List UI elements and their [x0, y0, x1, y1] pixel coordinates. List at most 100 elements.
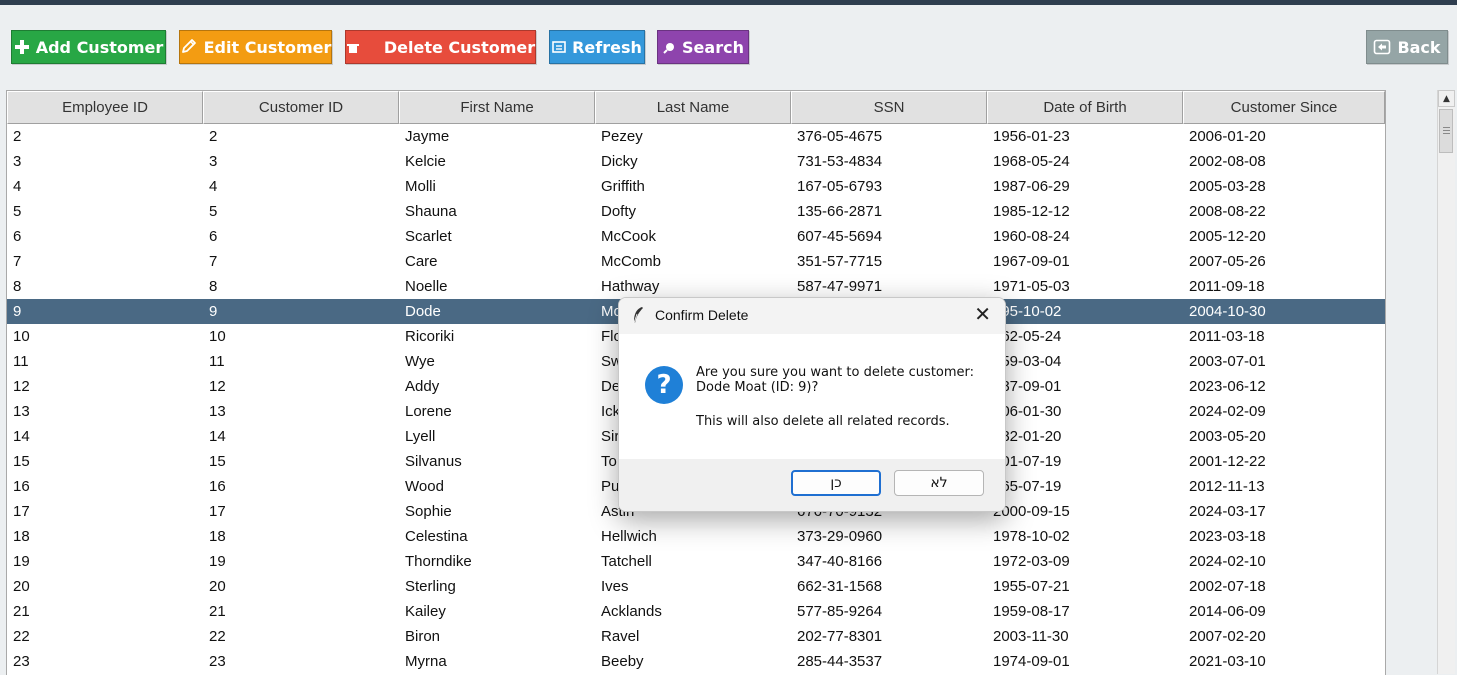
table-row[interactable]: 18 18 Celestina Hellwich 373-29-0960 1978-10-… — [7, 524, 1385, 549]
table-row[interactable]: 8 8 Noelle Hathway 587-47-9971 1971-05-03 2011… — [7, 274, 1385, 299]
customer-since-cell: 2024-03-17 — [1189, 503, 1266, 520]
ssn-cell: 373-29-0960 — [797, 528, 883, 545]
date-of-birth-cell: 1960-08-24 — [993, 228, 1070, 245]
table-row[interactable]: 21 21 Kailey Acklands 577-85-9264 1959-08-17 2… — [7, 599, 1385, 624]
first-name-cell: Sterling — [405, 578, 456, 595]
table-row[interactable]: 20 20 Sterling Ives 662-31-1568 1955-07-21 200… — [7, 574, 1385, 599]
yes-button[interactable]: כן — [791, 470, 881, 496]
table-row[interactable]: 4 4 Molli Griffith 167-05-6793 1987-06-29 2005… — [7, 174, 1385, 199]
employee-id-cell: 7 — [13, 253, 22, 270]
first-name-cell: Biron — [405, 628, 441, 645]
customer-since-cell: 2008-08-22 — [1189, 203, 1266, 220]
customer-id-cell: 6 — [209, 228, 218, 245]
column-header-employee-id[interactable]: Employee ID — [7, 91, 203, 124]
employee-id-cell: 13 — [13, 403, 30, 420]
first-name-cell: Myrna — [405, 653, 447, 670]
first-name-cell: Ricoriki — [405, 328, 455, 345]
customer-since-cell: 2005-03-28 — [1189, 178, 1266, 195]
customer-since-cell: 2002-07-18 — [1189, 578, 1266, 595]
customer-since-cell: 2024-02-10 — [1189, 553, 1266, 570]
customer-id-cell: 9 — [209, 303, 218, 320]
ssn-cell: 607-45-5694 — [797, 228, 883, 245]
customer-id-cell: 12 — [209, 378, 226, 395]
search-icon — [662, 40, 676, 54]
customer-since-cell: 2007-05-26 — [1189, 253, 1266, 270]
table-row[interactable]: 5 5 Shauna Dofty 135-66-2871 1985-12-12 2008-0… — [7, 199, 1385, 224]
date-of-birth-cell: 962-05-24 — [993, 328, 1062, 345]
employee-id-cell: 8 — [13, 278, 22, 295]
no-button[interactable]: לא — [894, 470, 984, 496]
first-name-cell: Scarlet — [405, 228, 452, 245]
employee-id-cell: 22 — [13, 628, 30, 645]
customer-since-cell: 2007-02-20 — [1189, 628, 1266, 645]
column-header-ssn[interactable]: SSN — [791, 91, 987, 124]
table-row[interactable]: 19 19 Thorndike Tatchell 347-40-8166 1972-03-… — [7, 549, 1385, 574]
table-row[interactable]: 6 6 Scarlet McCook 607-45-5694 1960-08-24 2005… — [7, 224, 1385, 249]
dialog-title-bar[interactable]: Confirm Delete ✕ — [619, 298, 1005, 334]
employee-id-cell: 18 — [13, 528, 30, 545]
employee-id-cell: 15 — [13, 453, 30, 470]
customer-since-cell: 2023-03-18 — [1189, 528, 1266, 545]
ssn-cell: 167-05-6793 — [797, 178, 883, 195]
date-of-birth-cell: 1978-10-02 — [993, 528, 1070, 545]
first-name-cell: Jayme — [405, 128, 450, 145]
date-of-birth-cell: 1972-03-09 — [993, 553, 1070, 570]
search-button[interactable]: Search — [657, 30, 749, 64]
back-button[interactable]: Back — [1366, 30, 1448, 64]
customer-id-cell: 5 — [209, 203, 218, 220]
close-icon[interactable]: ✕ — [974, 304, 991, 324]
last-name-cell: Ravel — [601, 628, 640, 645]
date-of-birth-cell: 1987-06-29 — [993, 178, 1070, 195]
date-of-birth-cell: 001-07-19 — [993, 453, 1062, 470]
last-name-cell: Tatchell — [601, 553, 652, 570]
table-row[interactable]: 22 22 Biron Ravel 202-77-8301 2003-11-30 2007-… — [7, 624, 1385, 649]
ssn-cell: 347-40-8166 — [797, 553, 883, 570]
employee-id-cell: 12 — [13, 378, 30, 395]
last-name-cell: Dicky — [601, 153, 638, 170]
customer-id-cell: 7 — [209, 253, 218, 270]
add-customer-button[interactable]: Add Customer — [11, 30, 166, 64]
edit-customer-label: Edit Customer — [203, 37, 332, 57]
column-header-first-name[interactable]: First Name — [399, 91, 595, 124]
table-row[interactable]: 7 7 Care McComb 351-57-7715 1967-09-01 2007-05… — [7, 249, 1385, 274]
customer-id-cell: 21 — [209, 603, 226, 620]
customer-since-cell: 2003-05-20 — [1189, 428, 1266, 445]
first-name-cell: Noelle — [405, 278, 448, 295]
add-customer-label: Add Customer — [35, 37, 164, 57]
first-name-cell: Shauna — [405, 203, 457, 220]
table-row[interactable]: 3 3 Kelcie Dicky 731-53-4834 1968-05-24 2002-0… — [7, 149, 1385, 174]
column-header-customer-id[interactable]: Customer ID — [203, 91, 399, 124]
ssn-cell: 662-31-1568 — [797, 578, 883, 595]
customer-since-cell: 2001-12-22 — [1189, 453, 1266, 470]
last-name-cell: McComb — [601, 253, 662, 270]
customer-id-cell: 15 — [209, 453, 226, 470]
table-row[interactable]: 2 2 Jayme Pezey 376-05-4675 1956-01-23 2006-01… — [7, 124, 1385, 149]
employee-id-cell: 17 — [13, 503, 30, 520]
column-header-customer-since[interactable]: Customer Since — [1183, 91, 1385, 124]
refresh-button[interactable]: Refresh — [549, 30, 645, 64]
employee-id-cell: 5 — [13, 203, 22, 220]
edit-customer-button[interactable]: Edit Customer — [179, 30, 332, 64]
last-name-cell: Beeby — [601, 653, 644, 670]
table-row[interactable]: 23 23 Myrna Beeby 285-44-3537 1974-09-01 2021-… — [7, 649, 1385, 674]
delete-customer-button[interactable]: Delete Customer — [345, 30, 536, 64]
first-name-cell: Silvanus — [405, 453, 462, 470]
scroll-up-arrow-icon[interactable]: ▲ — [1438, 90, 1455, 107]
scrollbar-thumb[interactable] — [1439, 109, 1453, 153]
date-of-birth-cell: 995-10-02 — [993, 303, 1062, 320]
column-header-last-name[interactable]: Last Name — [595, 91, 791, 124]
date-of-birth-cell: 965-07-19 — [993, 478, 1062, 495]
thumb-grip-line — [1443, 130, 1450, 131]
thumb-grip-line — [1443, 133, 1450, 134]
customer-since-cell: 2004-10-30 — [1189, 303, 1266, 320]
column-header-date-of-birth[interactable]: Date of Birth — [987, 91, 1183, 124]
refresh-icon — [552, 40, 566, 54]
vertical-scrollbar[interactable]: ▲ — [1437, 90, 1455, 674]
customer-since-cell: 2006-01-20 — [1189, 128, 1266, 145]
dialog-message-line-1: Are you sure you want to delete customer… — [696, 365, 975, 380]
last-name-cell: Pezey — [601, 128, 643, 145]
thumb-grip-line — [1443, 127, 1450, 128]
first-name-cell: Addy — [405, 378, 440, 395]
dialog-title: Confirm Delete — [655, 307, 749, 323]
customer-id-cell: 16 — [209, 478, 226, 495]
